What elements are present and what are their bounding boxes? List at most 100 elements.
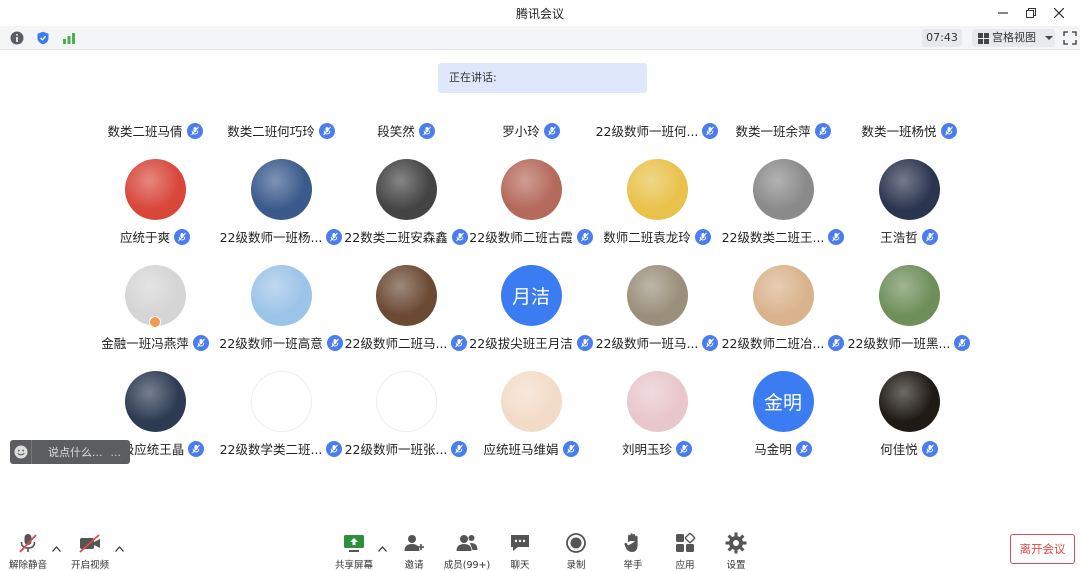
avatar <box>752 159 814 220</box>
invite-button[interactable]: 邀请 <box>386 532 442 571</box>
participant-tile[interactable]: 数类二班何巧玲 <box>218 121 344 140</box>
participant-tile[interactable]: 月洁 22级拔尖班王月洁 <box>468 265 594 352</box>
unmute-button[interactable]: 解除静音 <box>0 532 56 571</box>
participant-tile[interactable]: 金明 马金明 <box>720 371 846 458</box>
participant-name: 数类一班杨悦 <box>861 124 937 139</box>
participant-tile[interactable]: 22数类二班安森鑫 <box>343 159 469 246</box>
start-video-button[interactable]: 开启视频 <box>62 532 118 571</box>
muted-mic-icon <box>940 122 957 139</box>
participant-name: 22级拔尖班王月洁 <box>469 336 573 351</box>
avatar <box>250 159 312 220</box>
participant-tile[interactable]: 22级数师二班冶... <box>720 265 846 352</box>
view-label: 宫格视图 <box>992 31 1036 44</box>
participant-name-row: 罗小玲 <box>502 121 560 140</box>
participant-tile[interactable]: 罗小玲 <box>468 121 594 140</box>
participant-tile[interactable]: 22级数类二班王... <box>720 159 846 246</box>
participant-tile[interactable]: 王浩哲 <box>846 159 972 246</box>
participant-name: 22级数师一班张... <box>344 442 448 457</box>
avatar <box>124 371 186 432</box>
muted-mic-icon <box>921 228 938 245</box>
participant-tile[interactable]: 段笑然 <box>343 121 469 140</box>
participant-tile[interactable]: 22级数师一班张... <box>343 371 469 458</box>
avatar <box>500 159 562 220</box>
window-title: 腾讯会议 <box>515 7 564 21</box>
avatar <box>250 265 312 326</box>
share-screen-button[interactable]: 共享屏幕 <box>326 532 382 571</box>
participant-tile[interactable]: 金融一班冯燕萍 <box>92 265 218 352</box>
chat-more-button[interactable]: ... <box>111 446 122 459</box>
participant-tile[interactable]: 应统班马维娟 <box>468 371 594 458</box>
participant-name: 22级数学类二班... <box>219 442 323 457</box>
participant-name: 22级数类二班王... <box>721 230 825 245</box>
avatar: 金明 <box>752 371 814 432</box>
hand-icon <box>624 533 638 552</box>
participant-name-row: 应统于爽 <box>120 227 190 246</box>
title-bar: 腾讯会议 <box>0 0 1080 26</box>
participant-name: 金融一班冯燕萍 <box>101 336 189 351</box>
participant-name-row: 22级数师二班冶... <box>722 333 845 352</box>
audio-options-caret[interactable] <box>52 545 61 555</box>
participant-tile[interactable]: 22级数师二班古霞 <box>468 159 594 246</box>
minimize-button[interactable] <box>992 3 1014 23</box>
chat-button[interactable]: 聊天 <box>492 532 548 571</box>
participant-tile[interactable]: 数类二班马倩 <box>92 121 218 140</box>
participant-tile[interactable]: 22级数师二班马... <box>343 265 469 352</box>
participant-tile[interactable]: 刘明玉珍 <box>594 371 720 458</box>
participant-name-row: 数类二班何巧玲 <box>227 121 335 140</box>
participant-tile[interactable]: 何佳悦 <box>846 371 972 458</box>
apps-icon <box>676 532 696 552</box>
security-button[interactable] <box>35 30 51 46</box>
close-button[interactable] <box>1048 3 1070 23</box>
participant-tile[interactable]: 22级数师一班何... <box>594 121 720 140</box>
members-button[interactable]: 成员(99+) <box>439 532 495 571</box>
participant-name-row: 22级数类二班王... <box>722 227 845 246</box>
avatar <box>375 159 437 220</box>
participant-name-row: 22级数师二班古霞 <box>469 227 593 246</box>
muted-mic-icon <box>451 228 468 245</box>
participant-tile[interactable]: 数师二班袁龙玲 <box>594 159 720 246</box>
muted-mic-icon <box>188 440 205 457</box>
muted-mic-icon <box>694 228 711 245</box>
participant-tile[interactable]: 数类一班余萍 <box>720 121 846 140</box>
participant-name-row: 22级数师一班黑... <box>848 333 971 352</box>
participant-name-row: 数类二班马倩 <box>107 121 203 140</box>
muted-mic-icon <box>326 334 343 351</box>
participant-tile[interactable]: 应统于爽 <box>92 159 218 246</box>
network-status-button[interactable] <box>61 30 77 46</box>
muted-mic-icon <box>828 334 845 351</box>
avatar: 月洁 <box>500 265 562 326</box>
restore-button[interactable] <box>1020 3 1042 23</box>
participant-name-row: 何佳悦 <box>880 439 938 458</box>
record-button[interactable]: 录制 <box>548 532 604 571</box>
settings-button[interactable]: 设置 <box>708 532 764 571</box>
participant-name: 应统班马维娟 <box>483 442 559 457</box>
meeting-info-button[interactable] <box>9 30 25 46</box>
view-switch-button[interactable]: 宫格视图 <box>972 29 1055 47</box>
apps-button[interactable]: 应用 <box>657 532 713 571</box>
participant-tile[interactable]: 数类一班杨悦 <box>846 121 972 140</box>
fullscreen-button[interactable] <box>1063 30 1079 46</box>
participant-name: 数师二班袁龙玲 <box>603 230 691 245</box>
chevron-up-icon <box>115 546 124 552</box>
participant-name: 罗小玲 <box>502 124 540 139</box>
participant-tile[interactable]: 22级数学类二班... <box>218 371 344 458</box>
muted-mic-icon <box>192 334 209 351</box>
raise-hand-button[interactable]: 举手 <box>605 532 661 571</box>
leave-meeting-button[interactable]: 离开会议 <box>1010 534 1075 564</box>
participant-tile[interactable]: 22级数师一班杨... <box>218 159 344 246</box>
chevron-down-icon <box>1045 36 1053 40</box>
participant-name-row: 22数类二班安森鑫 <box>344 227 468 246</box>
avatar <box>375 265 437 326</box>
participant-name: 22级数师二班马... <box>344 336 448 351</box>
emoji-button[interactable] <box>10 440 32 464</box>
participant-name: 22级数师一班杨... <box>219 230 323 245</box>
fullscreen-icon <box>1063 31 1077 45</box>
participant-tile[interactable]: 22级数师一班高意 <box>218 265 344 352</box>
video-options-caret[interactable] <box>115 545 124 555</box>
participant-name-row: 数师二班袁龙玲 <box>603 227 711 246</box>
participant-tile[interactable]: 22级数师一班马... <box>594 265 720 352</box>
shield-icon <box>37 31 49 45</box>
participant-tile[interactable]: 22级数师一班黑... <box>846 265 972 352</box>
restore-icon <box>1026 8 1036 18</box>
chat-input[interactable]: 说点什么... ... <box>10 440 130 464</box>
